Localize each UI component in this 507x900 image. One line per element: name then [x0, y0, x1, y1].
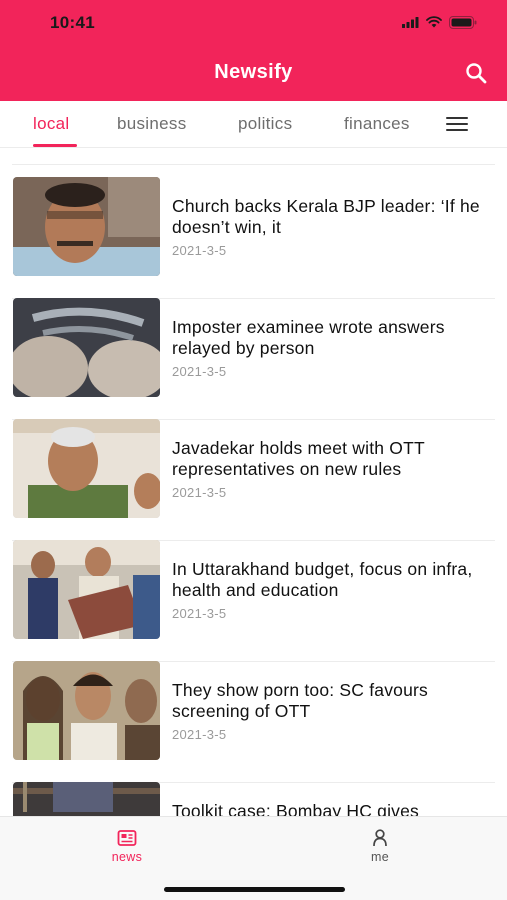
article-title: Church backs Kerala BJP leader: ‘If he d… [172, 196, 480, 237]
status-icons [402, 15, 477, 29]
list-item[interactable]: Javadekar holds meet with OTT representa… [12, 419, 495, 541]
list-item[interactable]: Toolkit case: Bombay HC gives [12, 782, 495, 816]
battery-icon [449, 15, 477, 29]
status-time: 10:41 [50, 13, 95, 32]
app-header: 10:41 Newsify [0, 0, 507, 101]
article-thumbnail [13, 298, 160, 397]
nav-me[interactable]: me [345, 829, 415, 864]
nav-news-label: news [111, 850, 143, 864]
article-date: 2021-3-5 [172, 727, 227, 742]
article-date: 2021-3-5 [172, 485, 227, 500]
tab-business[interactable]: business [117, 114, 187, 134]
person-icon [373, 829, 387, 847]
article-title: Javadekar holds meet with OTT representa… [172, 438, 425, 479]
hamburger-menu-icon[interactable] [446, 117, 470, 133]
article-date: 2021-3-5 [172, 243, 227, 258]
article-thumbnail [13, 540, 160, 639]
list-item[interactable]: Church backs Kerala BJP leader: ‘If he d… [12, 177, 495, 299]
wifi-icon [426, 16, 442, 28]
app-title: Newsify [214, 61, 293, 83]
article-date: 2021-3-5 [172, 606, 227, 621]
list-item[interactable]: They show porn too: SC favours screening… [12, 661, 495, 783]
category-tabs: local business politics finances [0, 101, 507, 148]
article-title: Imposter examinee wrote answers relayed … [172, 317, 445, 358]
nav-me-label: me [371, 850, 389, 864]
article-thumbnail [13, 419, 160, 518]
article-title: They show porn too: SC favours screening… [172, 680, 428, 721]
article-thumbnail [13, 661, 160, 760]
article-date: 2021-3-5 [172, 364, 227, 379]
nav-news[interactable]: news [92, 829, 162, 864]
article-title: Toolkit case: Bombay HC gives [172, 801, 420, 816]
list-item[interactable]: Imposter examinee wrote answers relayed … [12, 298, 495, 420]
active-tab-indicator [33, 144, 77, 147]
list-item[interactable]: In Uttarakhand budget, focus on infra, h… [12, 540, 495, 662]
cellular-signal-icon [402, 16, 419, 28]
news-list[interactable]: Church backs Kerala BJP leader: ‘If he d… [0, 149, 507, 816]
article-thumbnail [13, 177, 160, 276]
list-item[interactable] [12, 149, 495, 165]
tab-politics[interactable]: politics [238, 114, 292, 134]
article-title: In Uttarakhand budget, focus on infra, h… [172, 559, 473, 600]
article-thumbnail [13, 782, 160, 816]
tab-finances[interactable]: finances [344, 114, 410, 134]
tab-local[interactable]: local [33, 114, 69, 134]
home-indicator [164, 887, 345, 892]
search-icon[interactable] [465, 62, 487, 84]
newspaper-icon [117, 830, 137, 846]
